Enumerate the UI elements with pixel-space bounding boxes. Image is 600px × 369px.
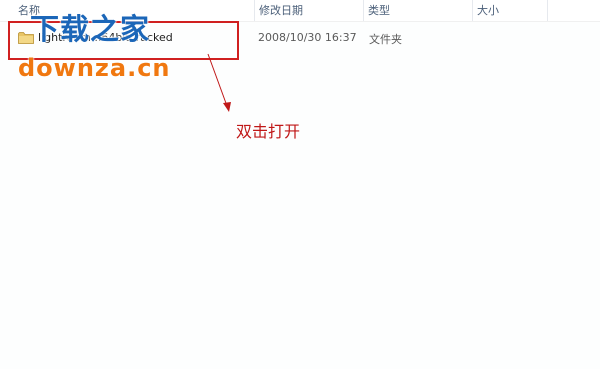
annotation-arrow: [207, 53, 231, 112]
column-header-date[interactable]: 修改日期: [254, 0, 363, 21]
file-modified-date: 2008/10/30 16:37: [258, 31, 357, 44]
annotation-label: 双击打开: [236, 122, 301, 141]
watermark-chinese: 下载之家: [30, 12, 151, 46]
column-header-size[interactable]: 大小: [472, 0, 548, 21]
column-header-type[interactable]: 类型: [363, 0, 472, 21]
watermark-url: downza.cn: [18, 54, 171, 82]
file-type: 文件夹: [369, 33, 402, 46]
